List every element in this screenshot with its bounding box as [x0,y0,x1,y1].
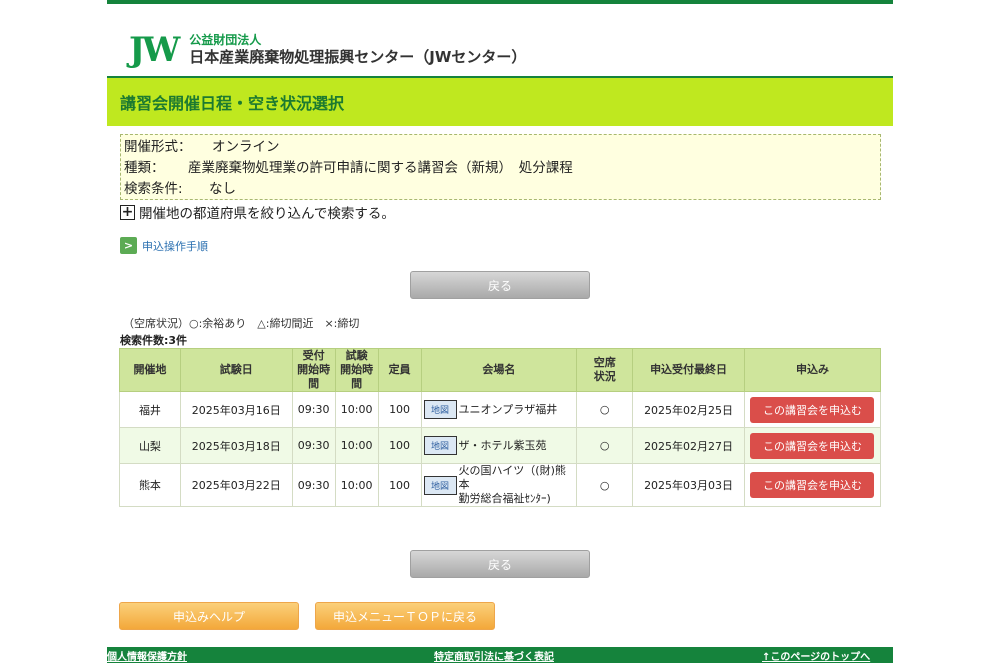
header-vacancy: 空席 状況 [576,348,634,392]
cell-apply: この講習会を申込む [743,427,882,464]
logo-subtitle: 公益財団法人 [189,33,262,48]
search-condition-value: なし [209,181,236,197]
prefecture-filter-label[interactable]: 開催地の都道府県を絞り込んで検索する。 [139,202,395,222]
search-condition-box: 開催形式： オンライン 種類： 産業廃棄物処理業の許可申請に関する講習会（新規）… [120,134,881,200]
footer-bar: 個人情報保護方針 特定商取引法に基づく表記 ↑このページのトップへ [107,647,893,663]
map-button[interactable]: 地図 [423,475,457,495]
search-condition-label: 検索条件: [124,181,183,197]
type-label: 種類： [124,160,165,176]
menu-top-button[interactable]: 申込メニューＴＯＰに戻る [315,602,495,630]
cell-date: 2025年03月16日 [179,391,293,428]
table-header-row: 開催地 試験日 受付 開始時間 試験 開始時間 定員 会場名 空席 状況 申込受付最終… [119,348,882,392]
format-value: オンライン [212,139,280,155]
result-count: 検索件数:3件 [120,334,188,347]
apply-help-button[interactable]: 申込みヘルプ [119,602,299,630]
format-label: 開催形式： [124,139,192,155]
cell-venue: 地図 火の国ハイツ（(財)熊本 勤労総合福祉ｾﾝﾀｰ) [420,463,578,507]
back-button-top[interactable]: 戻る [410,271,590,299]
cell-vacancy: ○ [576,427,634,464]
header-venue: 会場名 [420,348,578,392]
jw-logo[interactable]: JW 公益財団法人 日本産業廃棄物処理振興センター（JWセンター） [129,28,526,72]
cell-date: 2025年03月22日 [179,463,293,507]
page-title-band: 講習会開催日程・空き状況選択 [107,76,893,126]
logo-text: 公益財団法人 日本産業廃棄物処理振興センター（JWセンター） [189,33,526,67]
cell-reception-time: 09:30 [291,463,336,507]
top-accent-bar [107,0,893,4]
cell-capacity: 100 [377,391,422,428]
search-condition-row: 検索条件: なし [124,179,877,200]
apply-button[interactable]: この講習会を申込む [750,396,875,423]
page-top-link[interactable]: ↑このページのトップへ [762,648,870,663]
apply-button[interactable]: この講習会を申込む [750,472,875,498]
page-title: 講習会開催日程・空き状況選択 [120,94,345,113]
cell-place: 山梨 [119,427,181,464]
table-row: 福井 2025年03月16日 09:30 10:00 100 地図 ユニオンプラ… [119,391,882,428]
venue-name: ユニオンプラザ福井 [458,402,558,416]
header-apply: 申込み [743,348,882,392]
commerce-law-link[interactable]: 特定商取引法に基づく表記 [434,648,554,663]
cell-exam-time: 10:00 [334,463,379,507]
schedule-table: 開催地 試験日 受付 開始時間 試験 開始時間 定員 会場名 空席 状況 申込受付最終… [119,348,882,507]
cell-vacancy: ○ [576,391,634,428]
logo-organization-name: 日本産業廃棄物処理振興センター（JWセンター） [189,48,527,67]
logo-mark: JW [129,30,180,70]
type-value: 産業廃棄物処理業の許可申請に関する講習会（新規） 処分課程 [188,160,573,176]
procedure-link[interactable]: > 申込操作手順 [120,237,208,254]
cell-deadline: 2025年02月25日 [632,391,745,428]
arrow-right-icon: > [120,237,137,254]
cell-reception-time: 09:30 [291,427,336,464]
privacy-policy-link[interactable]: 個人情報保護方針 [107,648,187,663]
map-button[interactable]: 地図 [423,436,457,455]
format-row: 開催形式： オンライン [124,137,877,158]
map-button[interactable]: 地図 [423,400,457,419]
cell-vacancy: ○ [576,463,634,507]
header-capacity: 定員 [377,348,422,392]
cell-place: 福井 [119,391,181,428]
cell-deadline: 2025年02月27日 [632,427,745,464]
venue-name: 火の国ハイツ（(財)熊本 勤労総合福祉ｾﾝﾀｰ) [458,464,566,505]
apply-button[interactable]: この講習会を申込む [750,432,875,459]
table-row: 熊本 2025年03月22日 09:30 10:00 100 地図 火の国ハイツ… [119,463,882,507]
cell-capacity: 100 [377,427,422,464]
cell-capacity: 100 [377,463,422,507]
page-container: JW 公益財団法人 日本産業廃棄物処理振興センター（JWセンター） 講習会開催日… [107,0,893,663]
plus-icon[interactable]: + [120,204,135,220]
cell-place: 熊本 [119,463,181,507]
cell-date: 2025年03月18日 [179,427,293,464]
cell-venue: 地図 ユニオンプラザ福井 [420,391,578,428]
header-date: 試験日 [179,348,293,392]
cell-apply: この講習会を申込む [743,391,882,428]
header-place: 開催地 [119,348,181,392]
cell-reception-time: 09:30 [291,391,336,428]
header-reception-time: 受付 開始時間 [291,348,336,392]
back-button-bottom[interactable]: 戻る [410,550,590,578]
cell-exam-time: 10:00 [334,391,379,428]
header-exam-time: 試験 開始時間 [334,348,379,392]
table-row: 山梨 2025年03月18日 09:30 10:00 100 地図 ザ・ホテル紫… [119,427,882,464]
procedure-link-label[interactable]: 申込操作手順 [142,238,208,254]
type-row: 種類： 産業廃棄物処理業の許可申請に関する講習会（新規） 処分課程 [124,158,877,179]
cell-deadline: 2025年03月03日 [632,463,745,507]
header-deadline: 申込受付最終日 [632,348,745,392]
cell-exam-time: 10:00 [334,427,379,464]
cell-venue: 地図 ザ・ホテル紫玉苑 [420,427,578,464]
venue-name: ザ・ホテル紫玉苑 [458,438,547,452]
vacancy-legend: （空席状況）○:余裕あり △:締切間近 ×:締切 [123,317,360,330]
prefecture-filter-toggle[interactable]: + 開催地の都道府県を絞り込んで検索する。 [120,202,395,222]
cell-apply: この講習会を申込む [743,463,882,507]
